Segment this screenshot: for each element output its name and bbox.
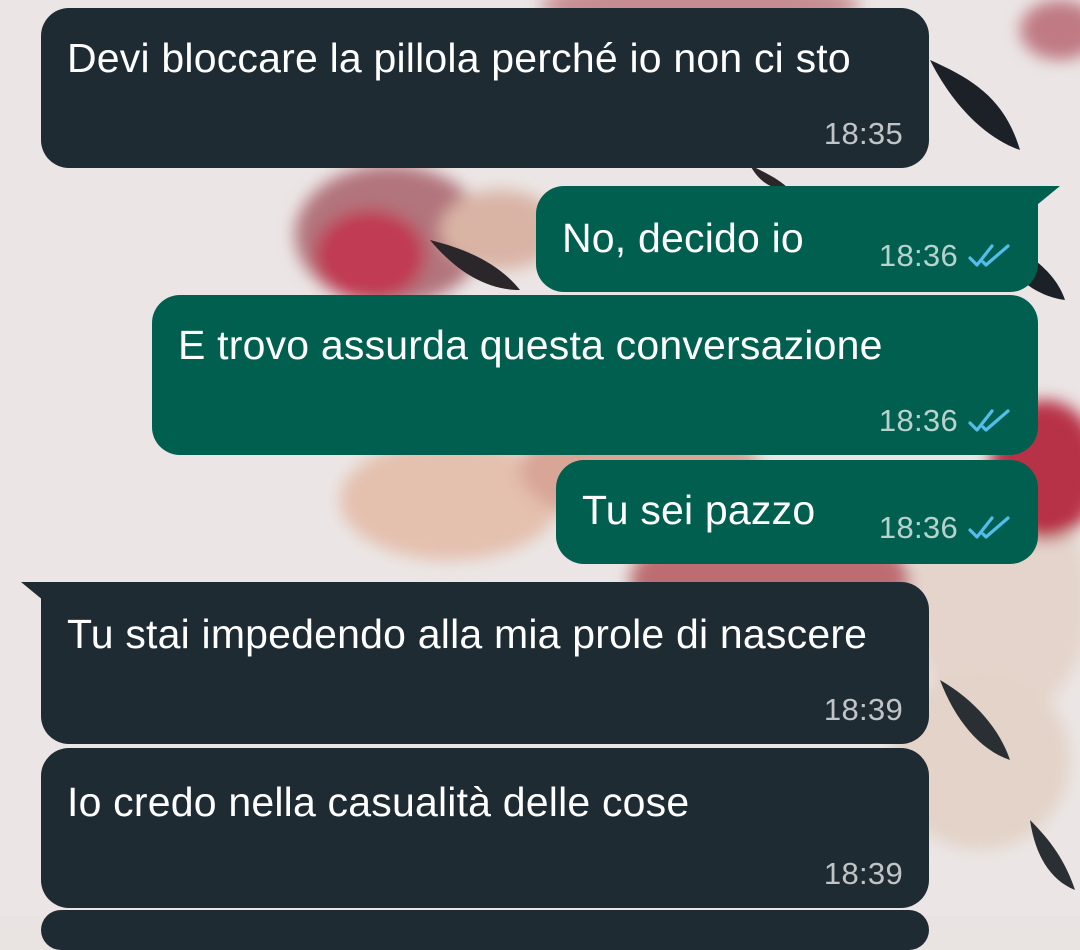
- double-check-icon: [968, 244, 1010, 267]
- message-text: Tu stai impedendo alla mia prole di nasc…: [67, 611, 868, 657]
- bubble-tail: [1026, 186, 1060, 214]
- message-time: 18:39: [823, 856, 903, 891]
- message-text: E trovo assurda questa conversazione: [178, 322, 883, 368]
- message-bubble-incoming[interactable]: Io credo nella casualità delle cose 18:3…: [41, 748, 929, 908]
- message-bubble-incoming[interactable]: Devi bloccare la pillola perché io non c…: [41, 8, 929, 168]
- message-bubble-outgoing[interactable]: E trovo assurda questa conversazione 18:…: [152, 295, 1038, 455]
- message-meta: 18:39: [824, 856, 903, 892]
- message-bubble-incoming-partial[interactable]: [41, 910, 929, 950]
- message-time: 18:36: [878, 238, 958, 273]
- message-text: Io credo nella casualità delle cose: [67, 779, 690, 825]
- message-meta: 18:39: [824, 692, 903, 728]
- message-meta: 18:35: [824, 116, 903, 152]
- bubble-tail: [21, 582, 53, 609]
- message-meta: 18:36: [879, 403, 1012, 439]
- message-text: Devi bloccare la pillola perché io non c…: [67, 35, 851, 81]
- message-bubble-incoming[interactable]: Tu stai impedendo alla mia prole di nasc…: [21, 582, 929, 744]
- message-time: 18:36: [878, 403, 958, 438]
- message-bubble-outgoing[interactable]: Tu sei pazzo 18:36: [556, 460, 1038, 564]
- message-meta: 18:36: [879, 238, 1012, 274]
- message-time: 18:36: [878, 510, 958, 545]
- message-meta: 18:36: [879, 510, 1012, 546]
- double-check-icon: [968, 516, 1010, 539]
- message-time: 18:35: [823, 116, 903, 151]
- message-bubble-outgoing[interactable]: No, decido io 18:36: [536, 186, 1060, 292]
- double-check-icon: [968, 409, 1010, 432]
- message-time: 18:39: [823, 692, 903, 727]
